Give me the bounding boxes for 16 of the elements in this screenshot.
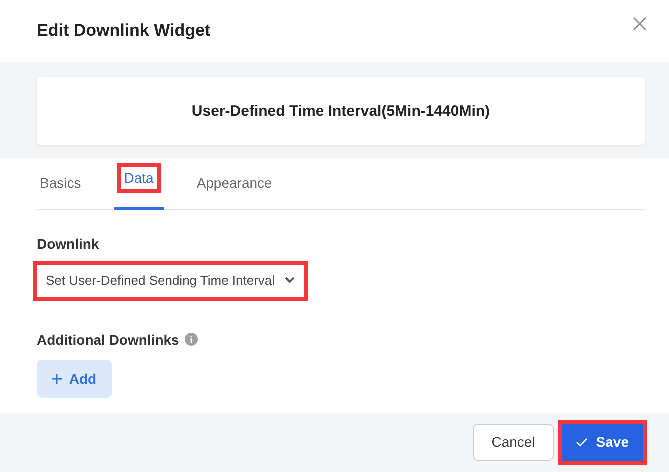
- highlight-frame: Data: [117, 163, 161, 194]
- widget-preview: User-Defined Time Interval(5Min-1440Min): [37, 77, 645, 146]
- field-label: Additional Downlinks: [37, 332, 180, 348]
- tab[interactable]: Appearance: [194, 158, 276, 210]
- plus-icon: [52, 374, 62, 384]
- dialog-title: Edit Downlink Widget: [37, 21, 211, 42]
- add-button[interactable]: Add: [37, 360, 112, 398]
- field-label: Downlink: [37, 236, 100, 252]
- info-icon: [185, 333, 198, 346]
- check-icon: [576, 438, 588, 447]
- cancel-button[interactable]: Cancel: [472, 424, 554, 461]
- tab[interactable]: Data: [114, 158, 164, 210]
- close-icon[interactable]: [633, 17, 647, 32]
- chevron-down-icon: [285, 277, 296, 284]
- save-button[interactable]: Save: [562, 424, 643, 461]
- tab[interactable]: Basics: [37, 158, 84, 210]
